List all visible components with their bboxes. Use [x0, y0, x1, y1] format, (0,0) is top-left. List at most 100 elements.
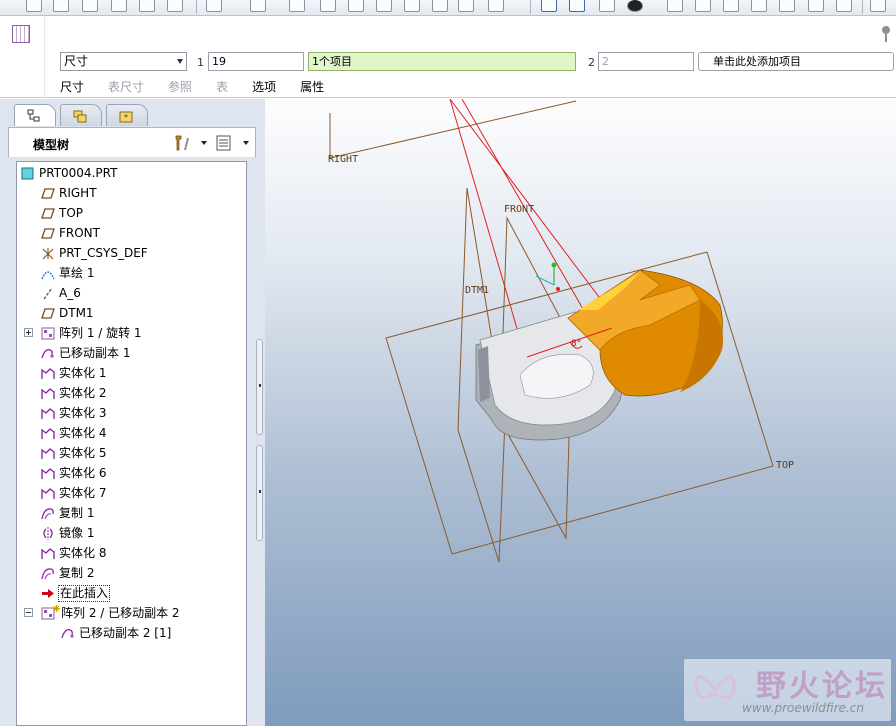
- tree-item-label: 草绘 1: [59, 266, 95, 280]
- print-icon[interactable]: [111, 0, 127, 12]
- datum-plane-icon: [41, 208, 55, 219]
- tree-item-label: 实体化 3: [59, 406, 107, 420]
- save-icon[interactable]: [82, 0, 98, 12]
- paste-icon[interactable]: [348, 0, 364, 12]
- direction1-items-collector[interactable]: 1个项目: [308, 52, 576, 71]
- solidify-icon: [41, 448, 55, 459]
- sketch-icon: [41, 271, 55, 280]
- tree-item-label: 阵列 1 / 旋转 1: [59, 326, 142, 340]
- find-icon[interactable]: [432, 0, 448, 12]
- open-icon[interactable]: [53, 0, 69, 12]
- splitter-grip[interactable]: [256, 445, 263, 541]
- datum-axis-toggle-icon[interactable]: [569, 0, 585, 12]
- tree-settings-button[interactable]: [173, 134, 209, 152]
- forum-watermark: 野火论坛 www.proewildfire.cn: [684, 659, 891, 721]
- regenerate-icon[interactable]: [404, 0, 420, 12]
- tree-item-label: 在此插入: [58, 585, 111, 602]
- paste-special-icon[interactable]: [376, 0, 392, 12]
- tree-item-label: 实体化 7: [59, 486, 107, 500]
- solidify-icon: [41, 428, 55, 439]
- direction1-count-input[interactable]: 19: [208, 52, 304, 71]
- tree-item-label: FRONT: [59, 226, 100, 240]
- spin-center-icon[interactable]: [870, 0, 886, 12]
- tab-properties[interactable]: 属性: [300, 78, 324, 96]
- model-tree-title: 模型树: [33, 138, 70, 152]
- direction2-number: 2: [588, 56, 595, 69]
- select-icon[interactable]: [458, 0, 474, 12]
- pattern-icon: [41, 327, 55, 340]
- redo-icon[interactable]: [250, 0, 266, 12]
- direction2-count-input[interactable]: 2: [598, 52, 694, 71]
- angle-dimension-label[interactable]: 8°: [571, 339, 581, 349]
- model-tree: PRT0004.PRT RIGHT TOP FRONT PRT_CSYS_DEF…: [16, 161, 247, 726]
- tab-dimensions[interactable]: 尺寸: [60, 78, 84, 96]
- butterfly-logo-icon: [694, 675, 736, 700]
- front-plane-label: FRONT: [504, 204, 534, 215]
- direction1-number: 1: [197, 56, 204, 69]
- layers-icon[interactable]: [808, 0, 824, 12]
- tree-item-label: 阵列 2 / 已移动副本 2: [61, 606, 180, 620]
- collapse-icon[interactable]: [24, 608, 33, 617]
- moved-copy-icon: [61, 629, 74, 639]
- tree-item-label: 实体化 6: [59, 466, 107, 480]
- solidify-icon: [41, 488, 55, 499]
- chevron-down-icon: [243, 141, 249, 145]
- svg-text:*: *: [124, 113, 128, 122]
- favorites-icon: *: [119, 111, 133, 123]
- pattern-type-value: 尺寸: [64, 54, 89, 68]
- navigator-panel: * 模型树 PRT0004.PRT RIGHT TOP FRONT PRT_CS…: [0, 99, 265, 726]
- tab-references[interactable]: 参照: [168, 78, 192, 96]
- mirror-icon: [43, 527, 53, 540]
- solidify-icon: [41, 468, 55, 479]
- shading-icon[interactable]: [627, 0, 643, 12]
- moved-copy-icon: [41, 349, 54, 359]
- tab-favorites[interactable]: *: [106, 104, 148, 126]
- datum-point-toggle-icon[interactable]: [599, 0, 615, 12]
- tab-tables[interactable]: 表: [216, 78, 228, 96]
- tree-item-label: TOP: [59, 206, 84, 220]
- tree-item-label: PRT0004.PRT: [39, 166, 118, 180]
- tab-model-tree[interactable]: [14, 104, 56, 126]
- reorient-icon[interactable]: [751, 0, 767, 12]
- tab-folder-browser[interactable]: [60, 104, 102, 126]
- tab-table-dimensions[interactable]: 表尺寸: [108, 78, 144, 96]
- tab-options[interactable]: 选项: [252, 78, 276, 96]
- refit-icon[interactable]: [723, 0, 739, 12]
- tree-show-button[interactable]: [215, 134, 251, 152]
- datum-plane-toggle-icon[interactable]: [541, 0, 557, 12]
- pattern-dashboard: 尺寸 1 19 1个项目 2 2 单击此处添加项目 尺寸 表尺寸 参照 表 选项…: [0, 16, 896, 98]
- model-graphics: 8° RIGHT FRONT DTM1 TOP: [328, 99, 794, 563]
- chevron-down-icon: [177, 59, 183, 64]
- tree-item-label: 实体化 4: [59, 426, 107, 440]
- datum-plane-icon: [41, 188, 55, 199]
- expand-icon[interactable]: [24, 328, 33, 337]
- tree-item-label: 实体化 2: [59, 386, 107, 400]
- solidify-icon: [41, 408, 55, 419]
- dtm1-plane-label: DTM1: [465, 285, 489, 296]
- appearance-icon[interactable]: [836, 0, 852, 12]
- pin-icon[interactable]: [882, 26, 890, 42]
- top-plane-label: TOP: [776, 460, 794, 471]
- splitter-grip[interactable]: [256, 339, 263, 435]
- mail-attach-icon[interactable]: [167, 0, 183, 12]
- model-tree-header: 模型树: [8, 127, 256, 157]
- panel-splitter[interactable]: [256, 339, 264, 679]
- copy-icon[interactable]: [320, 0, 336, 12]
- zoom-in-icon[interactable]: [667, 0, 683, 12]
- cut-icon[interactable]: [289, 0, 305, 12]
- zoom-out-icon[interactable]: [695, 0, 711, 12]
- insert-here-icon: [42, 589, 54, 598]
- pattern-type-dropdown[interactable]: 尺寸: [60, 52, 187, 71]
- watermark-title: 野火论坛: [756, 669, 888, 704]
- window-icon[interactable]: [488, 0, 504, 12]
- saved-views-icon[interactable]: [779, 0, 795, 12]
- undo-icon[interactable]: [206, 0, 222, 12]
- graphics-window[interactable]: 8° RIGHT FRONT DTM1 TOP: [265, 99, 896, 726]
- send-mail-icon[interactable]: [139, 0, 155, 12]
- direction2-items-collector[interactable]: 单击此处添加项目: [698, 52, 894, 71]
- copy-icon: [41, 508, 54, 520]
- new-icon[interactable]: [26, 0, 42, 12]
- tree-item-label: 镜像 1: [59, 526, 95, 540]
- tree-item-label: RIGHT: [59, 186, 97, 200]
- solidify-icon: [41, 388, 55, 399]
